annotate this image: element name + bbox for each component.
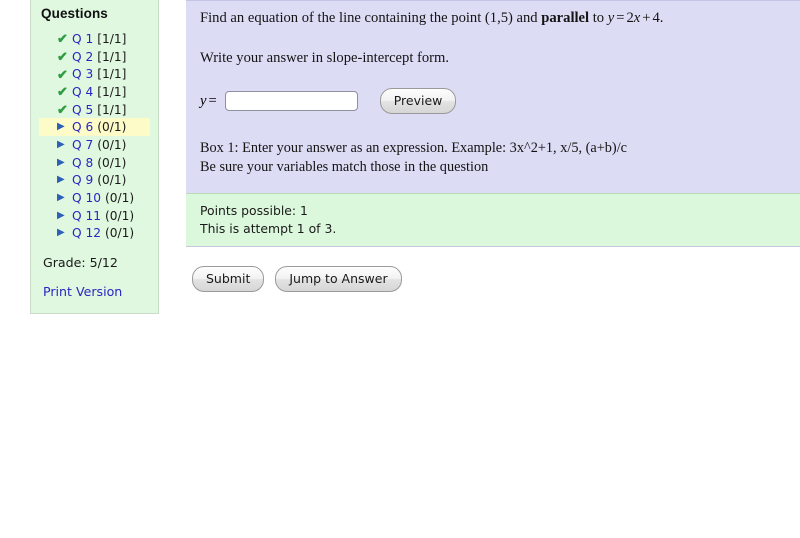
answer-format-hint: Box 1: Enter your answer as an expressio… [186,139,800,177]
triangle-right-icon: ▶ [57,209,65,221]
question-list-item-current[interactable]: ▶ Q 6 (0/1) [39,118,150,137]
question-score: (0/1) [104,191,135,206]
problem-instruction: Write your answer in slope-intercept for… [200,50,450,67]
question-list-item[interactable]: ▶ Q 11 (0/1) [39,207,150,225]
question-link[interactable]: Q 12 [72,226,101,240]
question-link[interactable]: Q 5 [72,103,93,117]
check-icon: ✔ [57,31,68,47]
statement-text-part1: Find an equation of the line containing … [200,10,542,26]
question-score: [1/1] [97,49,127,64]
question-score: [1/1] [97,67,127,82]
answer-label-equals: = [208,92,217,109]
hint-line-1: Box 1: Enter your answer as an expressio… [200,140,628,157]
question-link[interactable]: Q 4 [72,85,93,99]
math-coefficient: 2 [626,10,634,26]
question-list-item[interactable]: ▶ Q 9 (0/1) [39,172,150,190]
question-link[interactable]: Q 8 [72,156,93,170]
preview-button[interactable]: Preview [379,88,457,115]
triangle-right-icon: ▶ [57,156,65,168]
question-score: (0/1) [104,208,135,223]
question-link[interactable]: Q 6 [72,120,93,134]
statement-text-part2: to [589,10,608,26]
grade-summary: Grade: 5/12 [43,255,118,271]
question-list-item[interactable]: ▶ Q 10 (0/1) [39,189,150,207]
question-score: [1/1] [97,84,127,99]
print-version-link[interactable]: Print Version [43,284,122,299]
question-link[interactable]: Q 2 [72,50,93,64]
question-link[interactable]: Q 9 [72,173,93,187]
question-link[interactable]: Q 11 [72,209,101,223]
answer-row: y = Preview [186,88,800,115]
answer-label: y = [200,93,219,110]
question-list-item[interactable]: ✔ Q 5 [1/1] [39,101,150,119]
question-list: ✔ Q 1 [1/1] ✔ Q 2 [1/1] ✔ Q 3 [1/1] ✔ Q … [39,30,150,242]
check-icon: ✔ [57,66,68,82]
attempt-status: This is attempt 1 of 3. [200,220,337,236]
statement-emphasis: parallel [541,10,590,26]
question-score: (0/1) [97,173,127,188]
triangle-right-icon: ▶ [57,192,65,204]
main-content: Find an equation of the line containing … [186,0,800,292]
math-plus-sign: + [642,10,651,26]
question-list-item[interactable]: ▶ Q 12 (0/1) [39,225,150,243]
triangle-right-icon: ▶ [57,227,65,239]
math-constant: 4 [652,10,660,26]
problem-panel: Find an equation of the line containing … [186,0,800,194]
question-score: [1/1] [97,102,127,117]
check-icon: ✔ [57,84,68,100]
question-list-item[interactable]: ✔ Q 1 [1/1] [39,30,150,48]
points-panel: Points possible: 1 This is attempt 1 of … [186,193,800,247]
problem-statement: Find an equation of the line containing … [186,9,800,27]
triangle-right-icon: ▶ [57,138,65,150]
action-row: Submit Jump to Answer [186,265,800,292]
submit-button[interactable]: Submit [192,265,265,292]
check-icon: ✔ [57,102,68,118]
questions-sidebar: Questions ✔ Q 1 [1/1] ✔ Q 2 [1/1] ✔ Q 3 … [30,0,159,315]
question-score: (0/1) [97,155,127,170]
question-link[interactable]: Q 3 [72,67,93,81]
sidebar-title: Questions [41,6,108,21]
question-list-item[interactable]: ✔ Q 3 [1/1] [39,65,150,83]
question-list-item[interactable]: ▶ Q 7 (0/1) [39,136,150,154]
question-score: (0/1) [104,226,135,241]
question-list-item[interactable]: ▶ Q 8 (0/1) [39,154,150,172]
question-list-item[interactable]: ✔ Q 4 [1/1] [39,83,150,101]
triangle-right-icon: ▶ [57,121,65,133]
answer-input[interactable] [224,91,358,112]
hint-line-2: Be sure your variables match those in th… [200,159,489,176]
check-icon: ✔ [57,49,68,65]
question-list-item[interactable]: ✔ Q 2 [1/1] [39,48,150,66]
statement-period: . [659,10,664,26]
question-link[interactable]: Q 10 [72,191,101,205]
jump-to-answer-button[interactable]: Jump to Answer [275,265,402,292]
question-link[interactable]: Q 1 [72,32,93,46]
math-equals-sign: = [616,10,625,26]
question-score: (0/1) [97,137,127,152]
question-link[interactable]: Q 7 [72,138,93,152]
points-possible: Points possible: 1 [200,203,308,219]
triangle-right-icon: ▶ [57,174,65,186]
question-score: (0/1) [97,120,127,135]
question-score: [1/1] [97,31,127,46]
